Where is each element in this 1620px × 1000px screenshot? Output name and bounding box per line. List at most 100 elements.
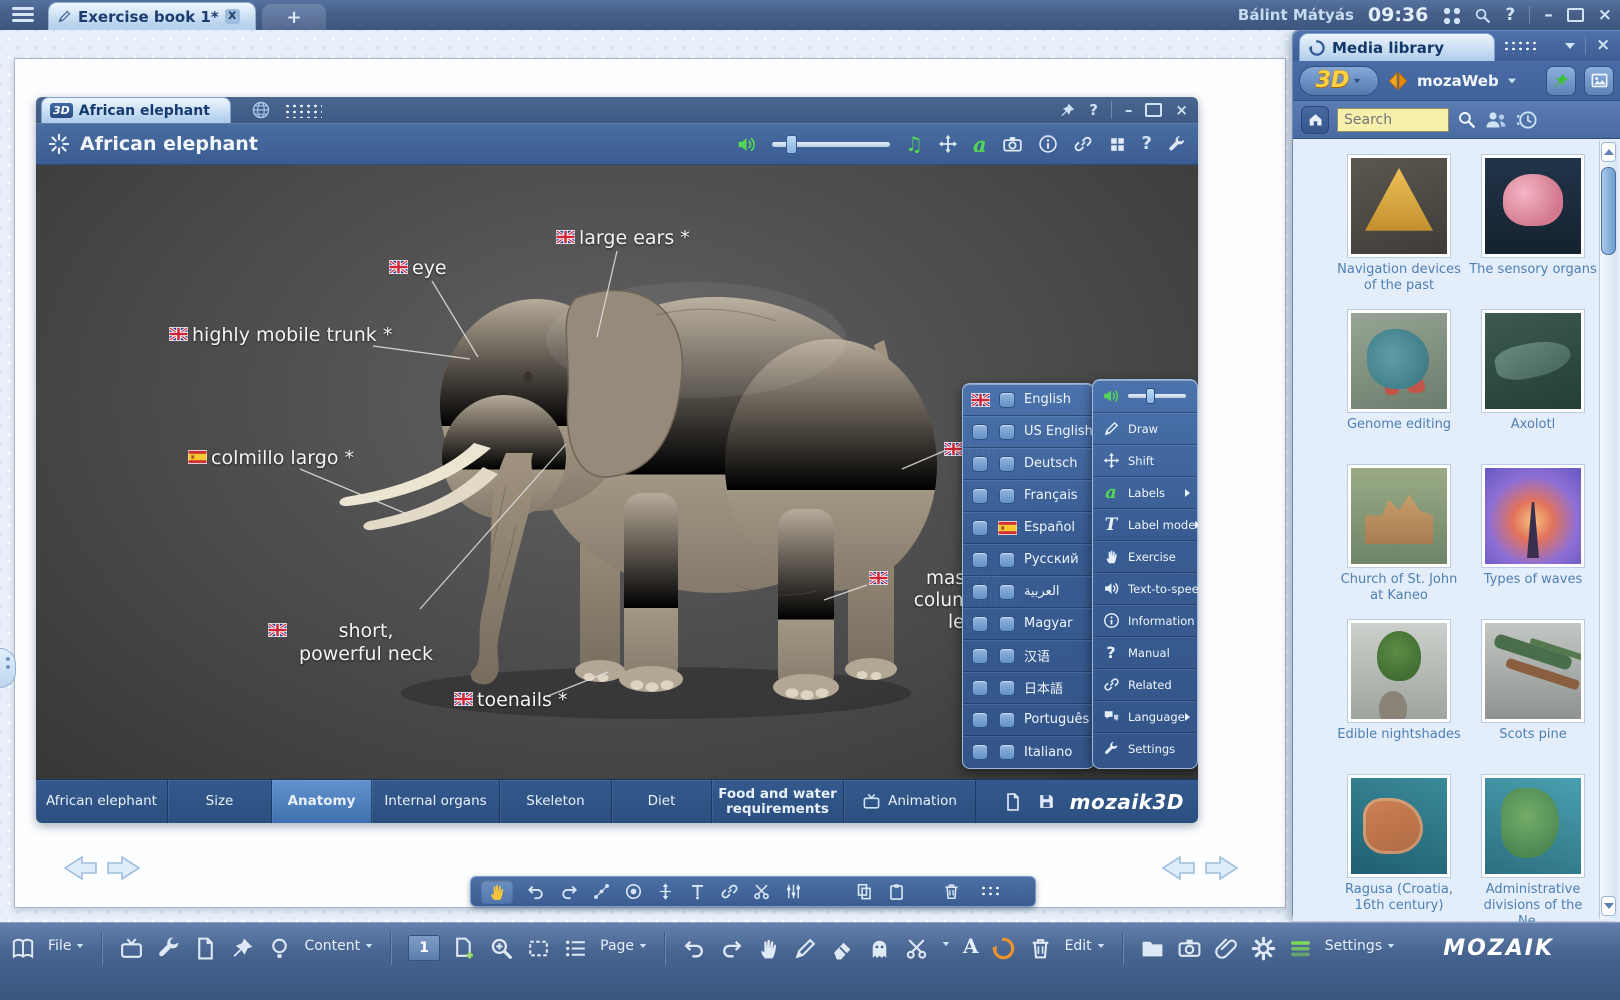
- menu-item-language-english[interactable]: English: [963, 384, 1094, 416]
- magic-tool-icon[interactable]: [904, 936, 929, 961]
- checkbox[interactable]: [972, 648, 988, 664]
- menu-item-language-deutsch[interactable]: Deutsch: [963, 448, 1094, 480]
- help-icon[interactable]: ?: [1089, 103, 1098, 118]
- checkbox[interactable]: [972, 744, 988, 760]
- content-menu[interactable]: Content: [304, 938, 374, 954]
- views-grid-icon[interactable]: [1108, 135, 1127, 154]
- search-icon[interactable]: [1457, 110, 1476, 129]
- collapse-panel-icon[interactable]: [1565, 43, 1575, 49]
- view-mode-button[interactable]: [1584, 66, 1614, 96]
- checkbox[interactable]: [999, 744, 1015, 760]
- scroll-down-button[interactable]: [1601, 896, 1616, 916]
- main-menu-icon[interactable]: [12, 7, 34, 23]
- lamp-icon[interactable]: [267, 936, 292, 961]
- point-path-icon[interactable]: [592, 882, 611, 901]
- checkbox[interactable]: [999, 680, 1015, 696]
- attachment-icon[interactable]: [1214, 936, 1239, 961]
- media-folder-icon[interactable]: [1177, 936, 1202, 961]
- menu-item-language[interactable]: Language: [1093, 701, 1197, 733]
- menu-item-language-russian[interactable]: Русский: [963, 544, 1094, 576]
- file-menu[interactable]: File: [48, 938, 85, 954]
- close-panel-icon[interactable]: ×: [1596, 37, 1610, 54]
- menu-item-exercise[interactable]: Exercise: [1093, 541, 1197, 573]
- menu-item-language-japanese[interactable]: 日本語: [963, 672, 1094, 704]
- apps-grid-icon[interactable]: [1442, 6, 1460, 24]
- pin-window-icon[interactable]: [1059, 102, 1076, 119]
- scroll-up-button[interactable]: [1601, 142, 1616, 162]
- pen-tool-icon[interactable]: [793, 936, 818, 961]
- hand-tool-icon[interactable]: [756, 936, 781, 961]
- media-item[interactable]: Ragusa (Croatia, 16th century): [1347, 774, 1451, 914]
- copy-icon[interactable]: [855, 882, 874, 901]
- next-page-arrow[interactable]: [1202, 853, 1242, 883]
- adjust-levels-icon[interactable]: [784, 882, 803, 901]
- edit-menu[interactable]: Edit: [1065, 938, 1106, 954]
- volume-slider[interactable]: [1128, 394, 1186, 398]
- label-toenails[interactable]: toenails *: [454, 689, 567, 711]
- notebook-icon[interactable]: [193, 936, 218, 961]
- menu-item-manual[interactable]: ? Manual: [1093, 637, 1197, 669]
- menu-item-draw[interactable]: Draw: [1093, 413, 1197, 445]
- checkbox[interactable]: [999, 392, 1015, 408]
- menu-item-language-italiano[interactable]: Italiano: [963, 736, 1094, 768]
- minimize-icon[interactable]: –: [1544, 7, 1553, 24]
- layout-toggle-icon[interactable]: [1288, 936, 1313, 961]
- screenshot-icon[interactable]: [1002, 134, 1023, 155]
- media-item[interactable]: Scots pine: [1481, 619, 1585, 743]
- tab-african-elephant[interactable]: African elephant: [36, 780, 168, 823]
- label-large-ears[interactable]: large ears *: [556, 227, 690, 249]
- tab-anatomy[interactable]: Anatomy: [272, 780, 372, 823]
- checkbox[interactable]: [999, 456, 1015, 472]
- volume-slider[interactable]: [772, 142, 890, 147]
- checkbox[interactable]: [972, 456, 988, 472]
- page-number-box[interactable]: 1: [408, 935, 440, 961]
- paste-icon[interactable]: [887, 882, 906, 901]
- snip-icon[interactable]: [526, 936, 551, 961]
- checkbox[interactable]: [972, 616, 988, 632]
- media-item[interactable]: Navigation devices of the past: [1347, 154, 1451, 294]
- tab-internal-organs[interactable]: Internal organs: [372, 780, 500, 823]
- prev-page-arrow[interactable]: [1158, 853, 1198, 883]
- menu-item-language-portugues[interactable]: Português: [963, 704, 1094, 736]
- settings-menu[interactable]: Settings: [1325, 938, 1396, 954]
- viewer-tab[interactable]: 3D African elephant: [41, 97, 231, 123]
- menu-item-language-magyar[interactable]: Magyar: [963, 608, 1094, 640]
- maximize-window-icon[interactable]: [1145, 103, 1162, 117]
- checkbox[interactable]: [999, 712, 1015, 728]
- menu-item-language-arabic[interactable]: العربية: [963, 576, 1094, 608]
- menu-item-language-espanol[interactable]: Español: [963, 512, 1094, 544]
- media-item[interactable]: Genome editing: [1347, 309, 1451, 433]
- redo-icon[interactable]: [559, 882, 579, 902]
- tab-animation[interactable]: Animation: [844, 780, 976, 823]
- trash-icon[interactable]: [1028, 936, 1053, 961]
- drag-grip-icon[interactable]: [1503, 40, 1539, 54]
- next-page-arrow[interactable]: [104, 853, 144, 883]
- 3d-filter-button[interactable]: 3D: [1299, 66, 1379, 96]
- exercise-book-tab[interactable]: Exercise book 1* x: [48, 2, 256, 30]
- record-icon[interactable]: [624, 882, 643, 901]
- ghost-eraser-icon[interactable]: [867, 936, 892, 961]
- drag-grip-icon[interactable]: [284, 103, 322, 118]
- menu-item-language-chinese[interactable]: 汉语: [963, 640, 1094, 672]
- link-icon[interactable]: [720, 882, 739, 901]
- page-list-icon[interactable]: [563, 936, 588, 961]
- text-tool-icon[interactable]: A: [963, 934, 979, 958]
- home-button[interactable]: [1301, 106, 1329, 134]
- checkbox[interactable]: [972, 552, 988, 568]
- page-menu[interactable]: Page: [600, 938, 648, 954]
- hand-tool-button[interactable]: [481, 880, 513, 904]
- checkbox[interactable]: [999, 488, 1015, 504]
- close-tab-icon[interactable]: x: [225, 9, 240, 24]
- tab-skeleton[interactable]: Skeleton: [500, 780, 612, 823]
- vertical-move-icon[interactable]: [656, 882, 675, 901]
- label-eye[interactable]: eye: [389, 257, 447, 279]
- manual-icon[interactable]: ?: [1142, 135, 1152, 153]
- drag-grip-icon[interactable]: [980, 885, 1000, 898]
- checkbox[interactable]: [972, 712, 988, 728]
- media-library-scrollbar[interactable]: [1599, 141, 1617, 919]
- tab-food-and-water[interactable]: Food and water requirements: [712, 780, 844, 823]
- menu-item-related[interactable]: Related: [1093, 669, 1197, 701]
- media-item[interactable]: Edible nightshades: [1347, 619, 1451, 743]
- label-tusk[interactable]: colmillo largo *: [188, 447, 354, 469]
- media-library-tab[interactable]: Media library: [1299, 33, 1495, 61]
